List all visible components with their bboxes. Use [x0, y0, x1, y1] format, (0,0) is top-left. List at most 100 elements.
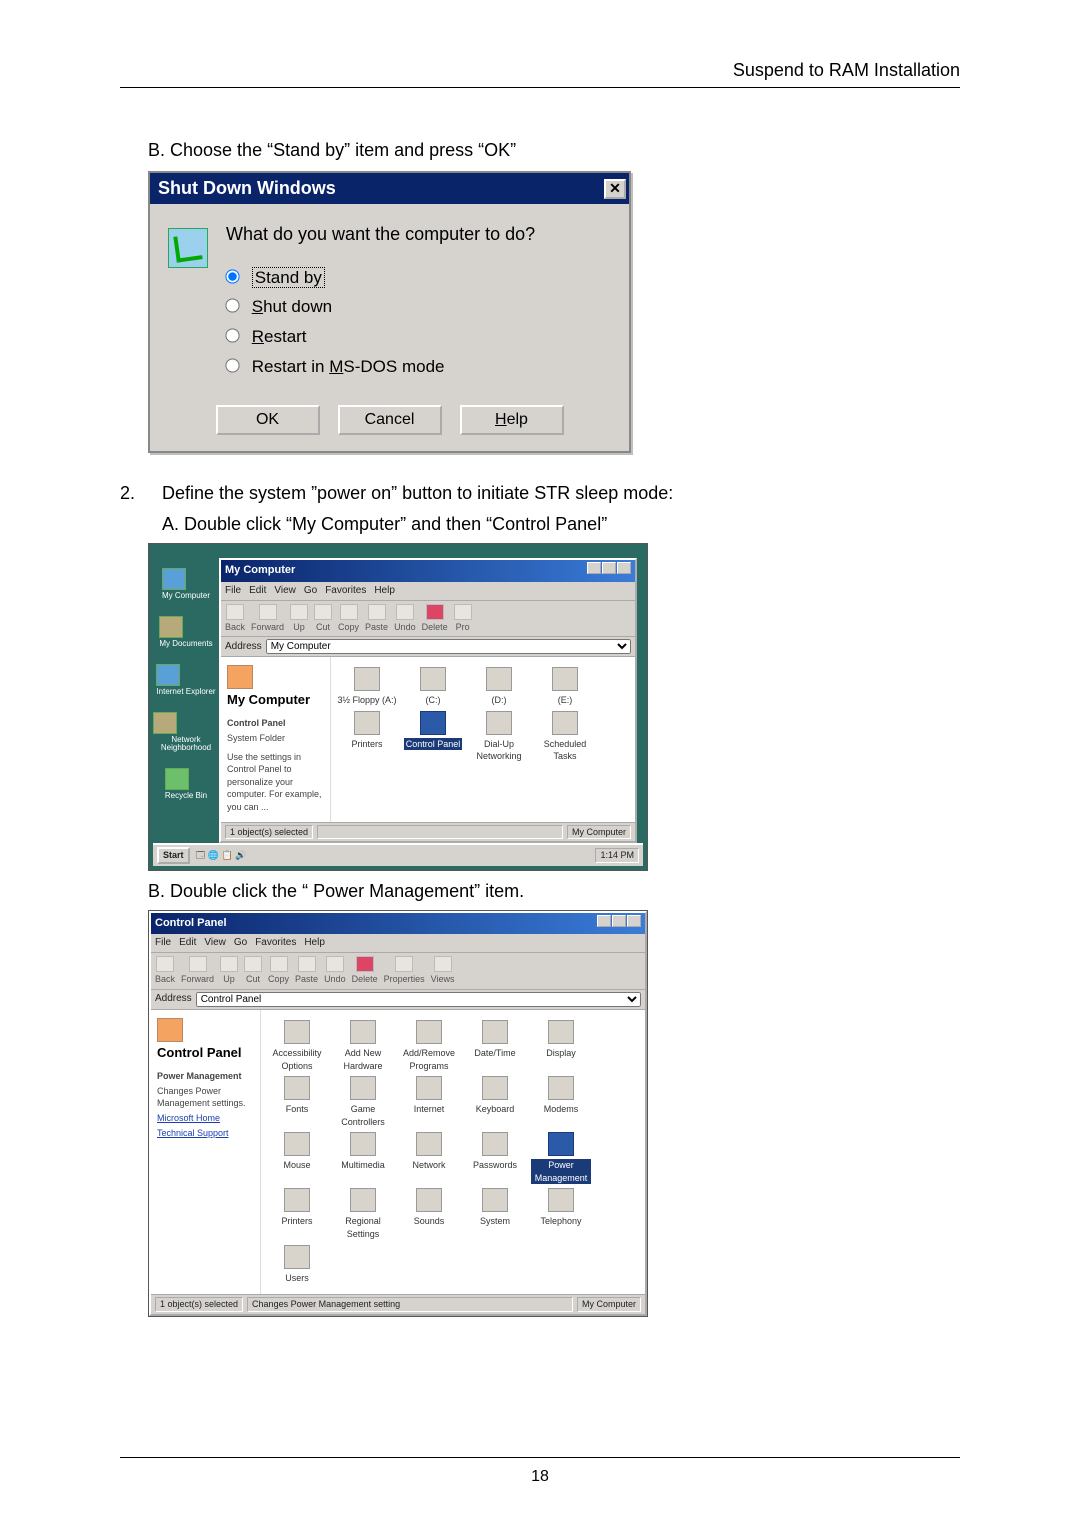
- address-label: Address: [155, 992, 192, 1006]
- address-label: Address: [225, 640, 262, 654]
- close-button[interactable]: ✕: [604, 179, 626, 199]
- option-restart-label: Restart: [252, 327, 307, 346]
- address-select[interactable]: My Computer: [266, 639, 631, 654]
- list-item[interactable]: Network: [399, 1132, 459, 1184]
- window-titlebar: My Computer: [221, 560, 635, 581]
- side-section: Control Panel: [227, 717, 324, 730]
- ok-button[interactable]: OK: [216, 405, 320, 435]
- list-item[interactable]: 3½ Floppy (A:): [337, 667, 397, 707]
- link-tech-support[interactable]: Technical Support: [157, 1127, 254, 1140]
- address-bar[interactable]: Address My Computer: [221, 637, 635, 657]
- option-standby-label: Stand by: [252, 267, 325, 288]
- address-bar[interactable]: Address Control Panel: [151, 990, 645, 1010]
- desktop-recycle-icon[interactable]: [165, 768, 189, 790]
- list-item[interactable]: Add/Remove Programs: [399, 1020, 459, 1072]
- link-ms-home[interactable]: Microsoft Home: [157, 1112, 254, 1125]
- desktop-ie-icon[interactable]: [156, 664, 180, 686]
- list-item[interactable]: Printers: [267, 1188, 327, 1240]
- taskbar[interactable]: Start 🗔 🌐 📋 🔊 1:14 PM: [153, 843, 643, 866]
- list-item[interactable]: Printers: [337, 711, 397, 763]
- toolbar[interactable]: BackForwardUpCutCopyPasteUndoDeletePro: [221, 601, 635, 638]
- list-item[interactable]: Display: [531, 1020, 591, 1072]
- list-item[interactable]: (D:): [469, 667, 529, 707]
- mycomputer-grid: 3½ Floppy (A:)(C:)(D:)(E:) PrintersContro…: [331, 657, 635, 821]
- start-button[interactable]: Start: [157, 847, 190, 864]
- page-number: 18: [0, 1468, 1080, 1486]
- list-item[interactable]: Dial-Up Networking: [469, 711, 529, 763]
- window-title: Control Panel: [155, 916, 227, 931]
- side-desc: Use the settings in Control Panel to per…: [227, 751, 324, 814]
- mycomputer-window: My Computer FileEditViewGoFavoritesHelp …: [219, 558, 637, 843]
- list-item[interactable]: Scheduled Tasks: [535, 711, 595, 763]
- menubar[interactable]: FileEditViewGoFavoritesHelp: [221, 582, 635, 601]
- list-item[interactable]: Mouse: [267, 1132, 327, 1184]
- status-left: 1 object(s) selected: [155, 1297, 243, 1312]
- list-item[interactable]: Fonts: [267, 1076, 327, 1128]
- side-title: My Computer: [227, 693, 324, 707]
- cancel-button[interactable]: Cancel: [338, 405, 442, 435]
- list-item[interactable]: Modems: [531, 1076, 591, 1128]
- window-title: My Computer: [225, 563, 295, 578]
- list-item[interactable]: Control Panel: [403, 711, 463, 763]
- list-item[interactable]: Keyboard: [465, 1076, 525, 1128]
- side-desc: Changes Power Management settings.: [157, 1085, 254, 1110]
- list-item[interactable]: Date/Time: [465, 1020, 525, 1072]
- controlpanel-screenshot: Control Panel FileEditViewGoFavoritesHel…: [148, 910, 648, 1317]
- window-titlebar: Control Panel: [151, 913, 645, 934]
- controlpanel-grid: Accessibility OptionsAdd New HardwareAdd…: [261, 1010, 645, 1294]
- list-item[interactable]: Passwords: [465, 1132, 525, 1184]
- dialog-title: Shut Down Windows: [158, 176, 336, 201]
- desktop-network-icon[interactable]: [153, 712, 177, 734]
- status-mid: Changes Power Management setting: [247, 1297, 573, 1312]
- list-item[interactable]: (C:): [403, 667, 463, 707]
- side-controlpanel-icon: [157, 1018, 183, 1042]
- option-shutdown-label: Shut down: [252, 297, 332, 316]
- list-item[interactable]: Telephony: [531, 1188, 591, 1240]
- help-button[interactable]: Help: [460, 405, 564, 435]
- option-msdos[interactable]: Restart in MS-DOS mode: [226, 355, 535, 379]
- status-bar: 1 object(s) selected My Computer: [221, 822, 635, 842]
- status-mid: [317, 825, 563, 840]
- window-buttons[interactable]: [586, 562, 631, 579]
- radio-restart[interactable]: [225, 329, 239, 343]
- list-item[interactable]: Accessibility Options: [267, 1020, 327, 1072]
- dialog-question: What do you want the computer to do?: [226, 222, 535, 247]
- option-restart[interactable]: Restart: [226, 325, 535, 349]
- list-item[interactable]: Users: [267, 1245, 327, 1285]
- explorer-side-panel: Control Panel Power Management Changes P…: [151, 1010, 261, 1294]
- list-item[interactable]: Multimedia: [333, 1132, 393, 1184]
- close-icon: ✕: [609, 179, 621, 199]
- list-item[interactable]: (E:): [535, 667, 595, 707]
- toolbar[interactable]: BackForwardUpCutCopyPasteUndoDeletePrope…: [151, 953, 645, 990]
- step-2-number: 2.: [120, 481, 140, 537]
- radio-shutdown[interactable]: [225, 299, 239, 313]
- radio-standby[interactable]: [225, 269, 239, 283]
- desktop-mydocs-icon[interactable]: [159, 616, 183, 638]
- step-2b-text: B. Double click the “ Power Management” …: [148, 879, 960, 904]
- option-msdos-label: Restart in MS-DOS mode: [252, 357, 445, 376]
- option-standby[interactable]: Stand by: [226, 266, 535, 290]
- address-select[interactable]: Control Panel: [196, 992, 641, 1007]
- option-shutdown[interactable]: Shut down: [226, 295, 535, 319]
- step-b-text: B. Choose the “Stand by” item and press …: [148, 138, 960, 163]
- step-2-text: Define the system ”power on” button to i…: [162, 481, 673, 506]
- shutdown-dialog: Shut Down Windows ✕ What do you want the…: [148, 171, 631, 453]
- list-item[interactable]: Sounds: [399, 1188, 459, 1240]
- window-buttons[interactable]: [596, 915, 641, 932]
- desktop-mycomputer-icon[interactable]: [162, 568, 186, 590]
- list-item[interactable]: Power Management: [531, 1132, 591, 1184]
- list-item[interactable]: System: [465, 1188, 525, 1240]
- list-item[interactable]: Regional Settings: [333, 1188, 393, 1240]
- side-title: Control Panel: [157, 1046, 254, 1060]
- side-section-sub: System Folder: [227, 732, 324, 745]
- status-left: 1 object(s) selected: [225, 825, 313, 840]
- list-item[interactable]: Add New Hardware: [333, 1020, 393, 1072]
- radio-msdos[interactable]: [225, 358, 239, 372]
- list-item[interactable]: Game Controllers: [333, 1076, 393, 1128]
- controlpanel-window: Control Panel FileEditViewGoFavoritesHel…: [149, 911, 647, 1316]
- list-item[interactable]: Internet: [399, 1076, 459, 1128]
- shutdown-icon: [168, 228, 208, 268]
- menubar[interactable]: FileEditViewGoFavoritesHelp: [151, 934, 645, 953]
- desktop-icons: My Computer My Documents Internet Explor…: [153, 550, 219, 843]
- system-tray[interactable]: 1:14 PM: [595, 848, 639, 863]
